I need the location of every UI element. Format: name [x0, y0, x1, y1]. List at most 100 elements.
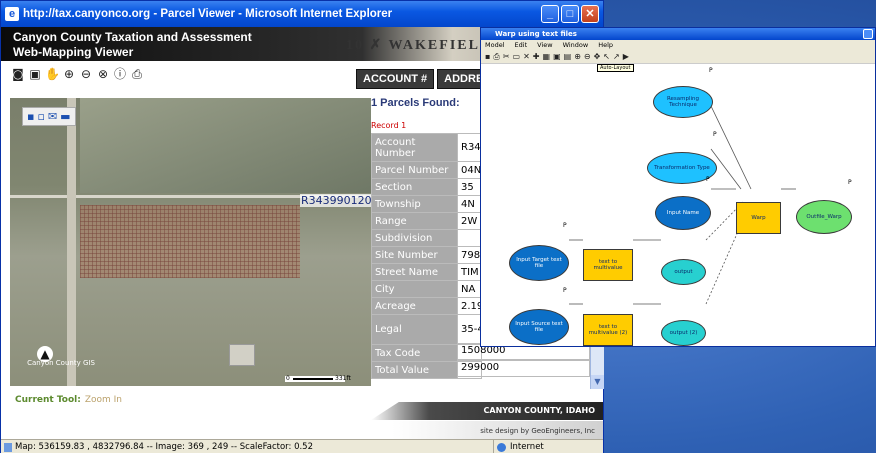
grid-icon[interactable]: ▤ [564, 52, 572, 61]
page-icon [4, 443, 12, 452]
overview-icon[interactable]: ▣ [28, 67, 42, 81]
aerial-field [80, 98, 371, 193]
zoom-extent-icon[interactable]: ⊗ [96, 67, 110, 81]
status-text: Map: 536159.83 , 4832796.84 -- Image: 36… [15, 442, 313, 452]
north-label: Canyon County GIS [27, 359, 95, 367]
auto-layout-icon[interactable]: ▦ [543, 52, 551, 61]
print-icon[interactable]: ⎙ [130, 67, 144, 81]
record-label: Record 1 [371, 121, 407, 130]
folder-icon[interactable]: ▬ [60, 110, 70, 123]
footer-credit-band: site design by GeoEngineers, Inc [1, 421, 603, 439]
parameter-marker: P [706, 176, 710, 183]
road-vertical [67, 98, 76, 386]
field-key: Section [371, 178, 458, 196]
copy-icon[interactable]: ▭ [513, 52, 521, 61]
scale-bar: 0 331ft [285, 375, 351, 382]
input-name-node[interactable]: Input Name [655, 196, 711, 230]
scroll-down-icon[interactable]: ▼ [591, 375, 604, 389]
zoom-out-icon[interactable]: ⊖ [584, 52, 591, 61]
parameter-marker: P [709, 67, 713, 74]
map-actions: ▪ ▫ ✉ ▬ [22, 107, 76, 126]
output-2-node[interactable]: output (2) [661, 320, 706, 346]
current-tool-label: Current Tool: [15, 395, 81, 405]
field-key: Site Number [371, 246, 458, 264]
ie-titlebar[interactable]: e http://tax.canyonco.org - Parcel Viewe… [1, 1, 603, 27]
menu-edit[interactable]: Edit [515, 40, 528, 50]
banner-title: Canyon County Taxation and Assessment [13, 30, 252, 44]
menu-help[interactable]: Help [598, 40, 613, 50]
table-row: Township 4N [371, 195, 482, 213]
input-source-node[interactable]: Input Source text file [509, 309, 569, 345]
modelbuilder-close-button[interactable] [863, 29, 873, 39]
model-canvas[interactable]: Resampling Technique P Transformation Ty… [481, 64, 875, 346]
text-to-multivalue-node[interactable]: text to multivalue [583, 249, 633, 281]
input-target-node[interactable]: Input Target text file [509, 245, 569, 281]
ie-window-title: http://tax.canyonco.org - Parcel Viewer … [23, 8, 393, 20]
outfile-node[interactable]: Outfile_Warp [796, 200, 852, 234]
text-to-multivalue-2-node[interactable]: text to multivalue (2) [583, 314, 633, 346]
field-key: Street Name [371, 263, 458, 281]
menu-model[interactable]: Model [485, 40, 505, 50]
pan-icon[interactable]: ✥ [594, 52, 601, 61]
pan-hand-icon[interactable]: ✋ [45, 67, 60, 81]
parameter-marker: P [848, 179, 852, 186]
full-extent-icon[interactable]: ▣ [553, 52, 561, 61]
warp-tool-node[interactable]: Warp [736, 202, 781, 234]
selected-parcel[interactable] [80, 205, 300, 278]
table-row: Section 35 [371, 178, 482, 196]
field-value: 798 [457, 246, 482, 264]
menu-view[interactable]: View [537, 40, 552, 50]
current-tool: Current Tool: Zoom In [15, 395, 122, 405]
table-row: Subdivision [371, 229, 482, 247]
field-value: 04N [457, 161, 482, 179]
map-view[interactable]: ▪ ▫ ✉ ▬ R3439901200 ▲ Canyon County GIS … [10, 98, 371, 386]
table-row: Street Name TIM [371, 263, 482, 281]
field-value [457, 229, 482, 247]
table-row: Range 2W [371, 212, 482, 230]
copy-icon[interactable]: ▫ [37, 110, 44, 123]
results-scrollbar[interactable]: ▼ [590, 341, 604, 389]
field-key: Acreage [371, 297, 458, 315]
field-value: 35-4 NW [457, 314, 482, 345]
table-row: Legal35-4 NW [371, 314, 482, 345]
table-row: Acreage 2.19 [371, 297, 482, 315]
cut-icon[interactable]: ✂ [503, 52, 510, 61]
field-value: 4N [457, 195, 482, 213]
field-key: Legal [371, 314, 458, 345]
field-key: Tax Code [371, 344, 458, 362]
save-icon[interactable]: ▪ [27, 110, 34, 123]
status-bar: Map: 536159.83 , 4832796.84 -- Image: 36… [1, 439, 603, 453]
table-row: Site Number 798 [371, 246, 482, 264]
email-icon[interactable]: ✉ [48, 110, 57, 123]
identify-icon[interactable]: ⓘ [113, 67, 127, 81]
connect-icon[interactable]: ↗ [613, 52, 620, 61]
print-icon[interactable]: ⎙ [493, 52, 499, 62]
field-key: Township [371, 195, 458, 213]
ie-logo-icon: e [5, 7, 19, 21]
field-value: TIM [457, 263, 482, 281]
delete-icon[interactable]: ✕ [523, 52, 530, 61]
footer-credit[interactable]: site design by GeoEngineers, Inc [480, 427, 595, 435]
zoom-out-icon[interactable]: ⊖ [79, 67, 93, 81]
parameter-marker: P [563, 287, 567, 294]
minimize-button[interactable]: _ [541, 5, 559, 23]
select-icon[interactable]: ↖ [603, 52, 610, 61]
modelbuilder-titlebar[interactable]: Warp using text files [481, 28, 875, 40]
close-button[interactable]: ✕ [581, 5, 599, 23]
parcel-id-label: R3439901200 [300, 194, 371, 207]
menu-window[interactable]: Window [563, 40, 589, 50]
maximize-button[interactable]: □ [561, 5, 579, 23]
full-extent-icon[interactable]: ◙ [11, 67, 25, 81]
save-icon[interactable]: ▪ [485, 52, 490, 61]
zoom-in-icon[interactable]: ⊕ [62, 67, 76, 81]
building [229, 344, 255, 366]
output-node[interactable]: output [661, 259, 706, 285]
zoom-in-icon[interactable]: ⊕ [574, 52, 581, 61]
field-value: 35 [457, 178, 482, 196]
run-icon[interactable]: ▶ [623, 52, 629, 61]
tab-account[interactable]: ACCOUNT # [356, 69, 435, 89]
add-data-icon[interactable]: ✚ [533, 52, 540, 61]
resampling-node[interactable]: Resampling Technique [653, 86, 713, 118]
modelbuilder-toolbar: ▪ ⎙ ✂ ▭ ✕ ✚ ▦ ▣ ▤ ⊕ ⊖ ✥ ↖ ↗ ▶ [481, 50, 875, 64]
results-title: 1 Parcels Found: [371, 97, 460, 109]
